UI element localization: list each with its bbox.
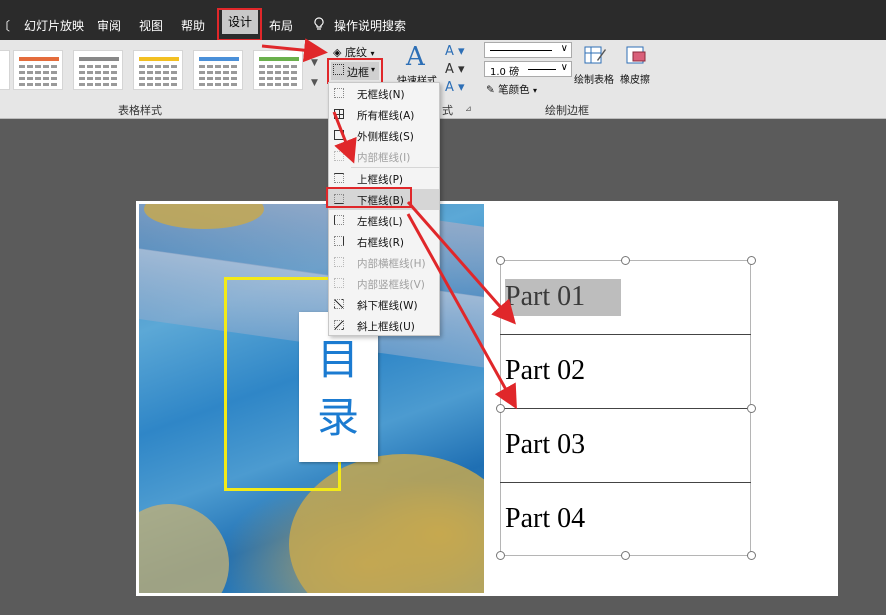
menu-item-diagonal-down-border[interactable]: 斜下框线(W) [329,294,439,315]
menu-item-inside-borders: 内部框线(I) [329,146,439,167]
draw-table-icon[interactable] [583,44,607,66]
inside-borders-icon [334,151,344,161]
menu-item-no-border[interactable]: 无框线(N) [329,83,439,104]
resize-handle[interactable] [747,551,756,560]
pen-style-select[interactable]: ∨ [484,42,572,58]
text-effects-icon[interactable]: A ▾ [445,80,465,95]
table-style-thumb[interactable] [253,50,303,90]
inside-vertical-border-icon [334,278,344,288]
table-style-thumb[interactable] [193,50,243,90]
table-cell-part-03[interactable]: Part 03 [505,429,585,461]
table-cell-part-04[interactable]: Part 04 [505,503,585,535]
text-outline-icon[interactable]: A ▾ [445,62,465,77]
pen-color-button[interactable]: ✎ 笔颜色 ▾ [486,82,537,97]
inside-horizontal-border-icon [334,257,344,267]
chevron-down-icon: ∨ [560,43,568,54]
resize-handle[interactable] [621,256,630,265]
menu-item-outside-borders[interactable]: 外侧框线(S) [329,125,439,146]
toc-title-char: 录 [317,393,360,442]
menu-item-inside-vertical-border: 内部竖框线(V) [329,273,439,294]
ribbon-tab-bar: 〔 幻灯片放映 审阅 视图 帮助 布局 操作说明搜索 [0,8,886,40]
table-row-divider [500,482,751,483]
table-style-thumb[interactable] [133,50,183,90]
tab-view[interactable]: 视图 [139,17,163,34]
tab-review[interactable]: 审阅 [97,17,121,34]
table-style-thumb[interactable] [73,50,123,90]
chevron-down-icon: ∨ [560,62,568,73]
chevron-down-icon: ▾ [370,49,375,58]
resize-handle[interactable] [496,256,505,265]
gallery-more-icon[interactable]: ▼ [311,78,318,88]
chevron-down-icon: ▾ [533,86,538,95]
menu-item-left-border[interactable]: 左框线(L) [329,210,439,231]
eraser-button[interactable]: 橡皮擦 [620,71,650,86]
design-tab-highlight [217,8,262,41]
quick-styles-icon[interactable]: A [406,42,425,72]
resize-handle[interactable] [747,256,756,265]
diagonal-up-border-icon [334,320,344,330]
table-cell-part-01[interactable]: Part 01 [505,281,585,313]
tab-help[interactable]: 帮助 [181,17,205,34]
menu-item-inside-horizontal-border: 内部横框线(H) [329,252,439,273]
title-bar [0,0,886,8]
draw-table-button[interactable]: 绘制表格 [574,71,614,86]
resize-handle[interactable] [621,551,630,560]
dialog-launcher-icon[interactable]: ⊿ [465,104,472,113]
table-style-thumb[interactable] [13,50,63,90]
top-border-icon [334,173,344,183]
borders-dropdown-menu: 无框线(N) 所有框线(A) 外侧框线(S) 内部框线(I) 上框线(P) 下框… [328,82,440,336]
draw-borders-section-label: 绘制边框 [545,104,589,117]
right-border-icon [334,236,344,246]
diagonal-down-border-icon [334,299,344,309]
all-borders-icon [334,109,344,119]
table-row-divider [500,408,751,409]
wordart-section-label: 式 [442,104,453,117]
pen-icon: ✎ [486,84,495,96]
table-row-divider [500,334,751,335]
menu-item-right-border[interactable]: 右框线(R) [329,231,439,252]
table-style-thumb[interactable] [0,50,10,90]
table-cell-part-02[interactable]: Part 02 [505,355,585,387]
tab-fragment[interactable]: 〔 [0,17,10,34]
text-fill-icon[interactable]: A ▾ [445,44,465,59]
resize-handle[interactable] [747,404,756,413]
left-border-icon [334,215,344,225]
menu-item-all-borders[interactable]: 所有框线(A) [329,104,439,125]
eraser-icon[interactable] [624,44,648,66]
pen-weight-select[interactable]: 1.0 磅 ∨ [484,61,572,78]
tell-me-search[interactable]: 操作说明搜索 [334,17,406,34]
resize-handle[interactable] [496,404,505,413]
lightbulb-icon [313,17,325,34]
resize-handle[interactable] [496,551,505,560]
bottom-border-highlight [326,187,412,208]
no-border-icon [334,88,344,98]
menu-item-diagonal-up-border[interactable]: 斜上框线(U) [329,315,439,336]
tab-slideshow[interactable]: 幻灯片放映 [24,17,84,34]
gallery-scroll-down-icon[interactable]: ▼ [311,58,318,68]
table-styles-section-label: 表格样式 [118,104,162,117]
tab-layout[interactable]: 布局 [269,17,293,34]
borders-button-highlight [327,58,383,84]
menu-item-top-border[interactable]: 上框线(P) [329,168,439,189]
outside-borders-icon [334,130,344,140]
